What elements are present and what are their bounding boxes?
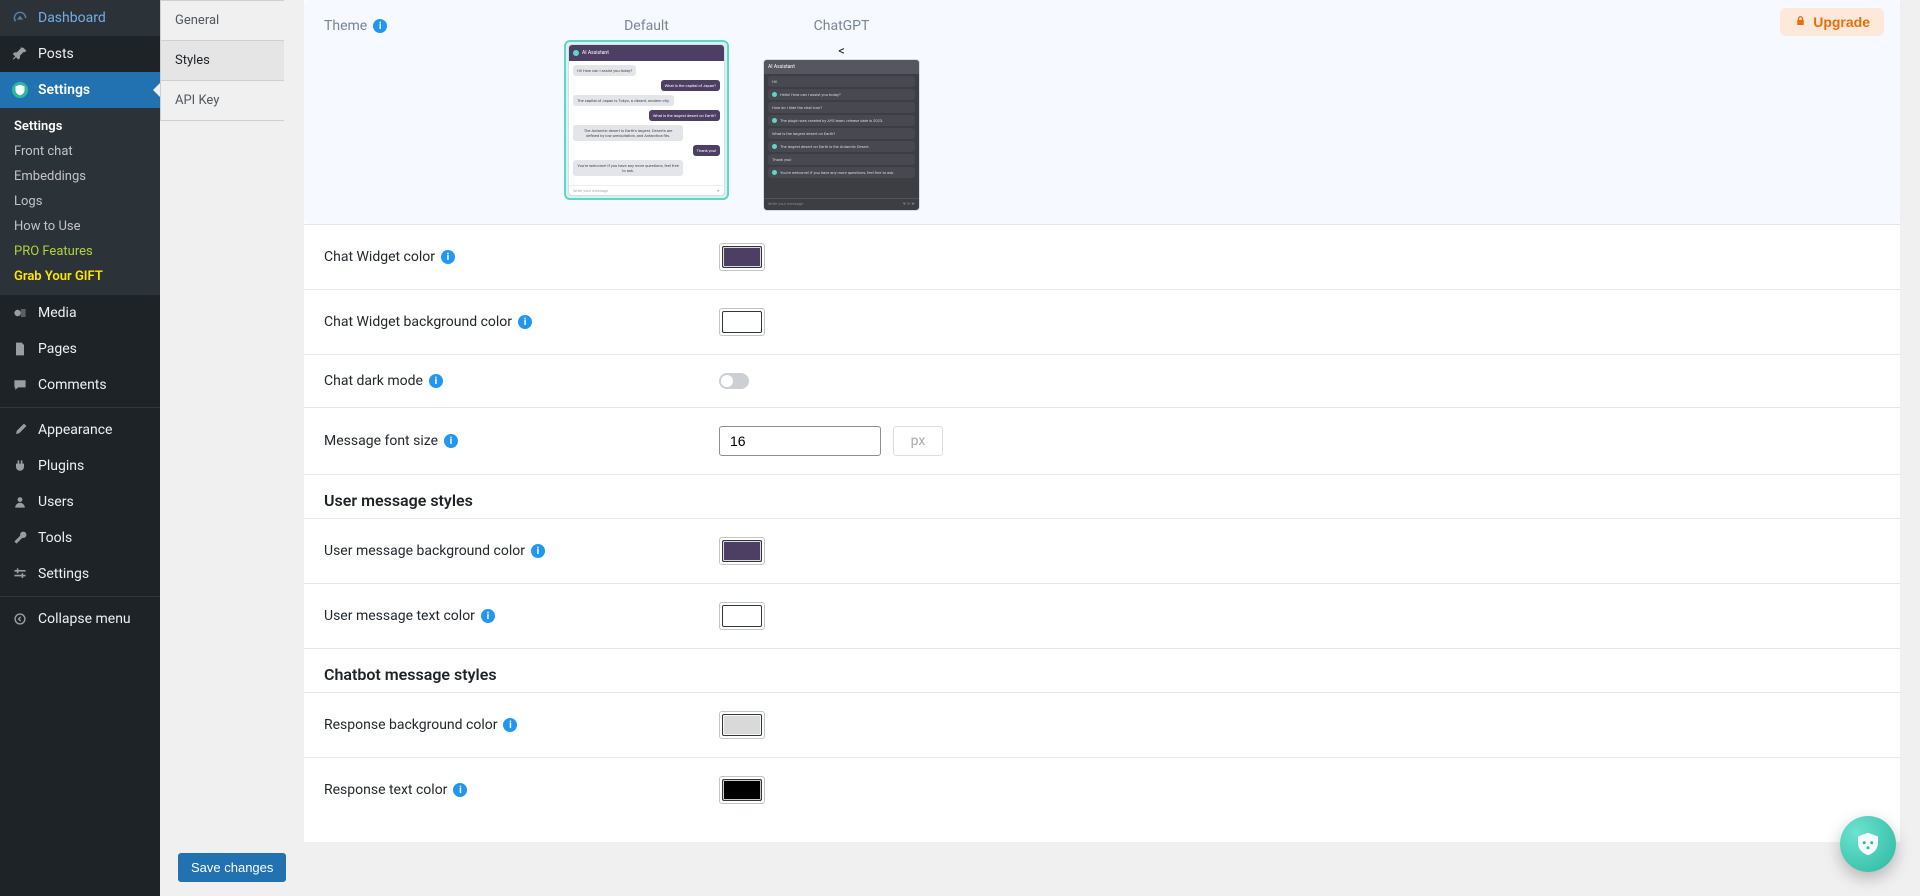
- tab-general[interactable]: General: [160, 0, 284, 41]
- admin-sidebar: Dashboard Posts Settings Settings Front …: [0, 0, 160, 896]
- info-icon[interactable]: i: [441, 250, 455, 264]
- pin-icon: [10, 44, 30, 64]
- save-button[interactable]: Save changes: [178, 853, 286, 882]
- row-chat-widget-color: Chat Widget colori: [304, 224, 1900, 290]
- row-resp-text: Response text colori: [304, 758, 1900, 822]
- info-icon[interactable]: i: [429, 374, 443, 388]
- toggle-dark-mode[interactable]: [719, 373, 749, 389]
- theme-block: Theme i Default AI Assistant Hi! How can…: [304, 0, 1900, 224]
- submenu-item-settings[interactable]: Settings: [0, 114, 160, 139]
- submenu-item-howto[interactable]: How to Use: [0, 214, 160, 239]
- row-user-bg: User message background colori: [304, 518, 1900, 584]
- info-icon[interactable]: i: [503, 718, 517, 732]
- menu-label: Settings: [38, 566, 89, 582]
- color-picker-widget-bg[interactable]: [722, 311, 762, 333]
- page-icon: [10, 339, 30, 359]
- submenu-item-gift[interactable]: Grab Your GIFT: [0, 264, 160, 289]
- row-user-text: User message text colori: [304, 584, 1900, 649]
- menu-item-media[interactable]: Media: [0, 295, 160, 331]
- sliders-icon: [10, 564, 30, 584]
- menu-label: Tools: [38, 530, 72, 546]
- comment-icon: [10, 375, 30, 395]
- info-icon[interactable]: i: [481, 609, 495, 623]
- menu-item-tools[interactable]: Tools: [0, 520, 160, 556]
- ai-shield-icon: [10, 80, 30, 100]
- info-icon[interactable]: i: [453, 783, 467, 797]
- upgrade-label: Upgrade: [1813, 14, 1870, 30]
- plug-icon: [10, 456, 30, 476]
- tab-styles[interactable]: Styles: [160, 41, 284, 81]
- chat-widget-fab[interactable]: [1840, 816, 1896, 872]
- submenu: Settings Front chat Embeddings Logs How …: [0, 108, 160, 295]
- menu-label: Posts: [38, 46, 74, 62]
- menu-label: Appearance: [38, 422, 112, 438]
- menu-label: Plugins: [38, 458, 84, 474]
- menu-item-collapse[interactable]: Collapse menu: [0, 601, 160, 637]
- menu-label: Dashboard: [38, 10, 106, 26]
- submenu-item-embeddings[interactable]: Embeddings: [0, 164, 160, 189]
- menu-item-users[interactable]: Users: [0, 484, 160, 520]
- preview-default: AI Assistant Hi! How can I assist you to…: [568, 44, 725, 196]
- upgrade-button[interactable]: Upgrade: [1780, 8, 1884, 36]
- info-icon[interactable]: i: [518, 315, 532, 329]
- lock-icon: [1794, 14, 1807, 30]
- menu-label: Users: [38, 494, 74, 510]
- row-resp-bg: Response background colori: [304, 692, 1900, 758]
- content-panel: Upgrade Theme i Default AI Assistant Hi!…: [304, 0, 1900, 842]
- settings-tabs: General Styles API Key: [160, 0, 284, 121]
- info-icon[interactable]: i: [531, 544, 545, 558]
- menu-label: Comments: [38, 377, 107, 393]
- menu-item-wp-settings[interactable]: Settings: [0, 556, 160, 592]
- color-picker-widget[interactable]: [722, 246, 762, 268]
- section-user-styles: User message styles: [304, 475, 1900, 518]
- tab-apikey[interactable]: API Key: [160, 81, 284, 121]
- media-icon: [10, 303, 30, 323]
- theme-label: Theme i: [324, 18, 504, 34]
- gauge-icon: [10, 8, 30, 28]
- submenu-item-frontchat[interactable]: Front chat: [0, 139, 160, 164]
- user-icon: [10, 492, 30, 512]
- row-chat-widget-bg: Chat Widget background colori: [304, 290, 1900, 355]
- menu-label: Pages: [38, 341, 77, 357]
- menu-label: Collapse menu: [38, 611, 131, 627]
- info-icon[interactable]: i: [373, 19, 387, 33]
- submenu-item-pro[interactable]: PRO Features: [0, 239, 160, 264]
- color-picker-user-text[interactable]: [722, 605, 762, 627]
- menu-item-comments[interactable]: Comments: [0, 367, 160, 403]
- menu-label: Settings: [38, 82, 90, 98]
- theme-option-default[interactable]: Default AI Assistant Hi! How can I assis…: [564, 18, 729, 200]
- color-picker-user-bg[interactable]: [722, 540, 762, 562]
- menu-item-ai-settings[interactable]: Settings: [0, 72, 160, 108]
- brush-icon: [10, 420, 30, 440]
- theme-option-chatgpt[interactable]: ChatGPT < AI Assistant Hi! Hello! How ca…: [759, 18, 924, 200]
- menu-label: Media: [38, 305, 77, 321]
- row-dark-mode: Chat dark modei: [304, 355, 1900, 408]
- preview-chatgpt: AI Assistant Hi! Hello! How can I assist…: [763, 59, 920, 211]
- font-size-unit: px: [893, 426, 943, 456]
- wrench-icon: [10, 528, 30, 548]
- input-font-size[interactable]: [719, 426, 881, 456]
- collapse-icon: [10, 609, 30, 629]
- info-icon[interactable]: i: [444, 434, 458, 448]
- menu-item-dashboard[interactable]: Dashboard: [0, 0, 160, 36]
- menu-item-pages[interactable]: Pages: [0, 331, 160, 367]
- section-bot-styles: Chatbot message styles: [304, 649, 1900, 692]
- color-picker-resp-text[interactable]: [722, 779, 762, 801]
- color-picker-resp-bg[interactable]: [722, 714, 762, 736]
- menu-item-posts[interactable]: Posts: [0, 36, 160, 72]
- menu-item-plugins[interactable]: Plugins: [0, 448, 160, 484]
- menu-item-appearance[interactable]: Appearance: [0, 412, 160, 448]
- row-font-size: Message font sizei px: [304, 408, 1900, 475]
- submenu-item-logs[interactable]: Logs: [0, 189, 160, 214]
